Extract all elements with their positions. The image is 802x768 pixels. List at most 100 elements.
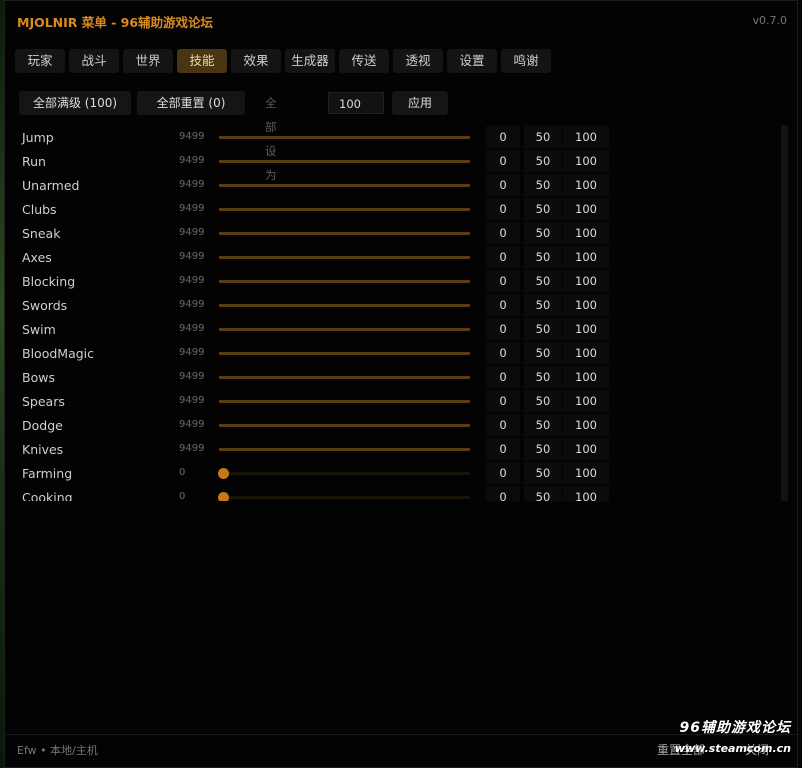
skill-level-slider[interactable] <box>218 468 470 479</box>
skill-level-slider[interactable] <box>219 208 470 211</box>
set-100-button[interactable]: 100 <box>563 318 609 340</box>
set-0-button[interactable]: 0 <box>486 150 520 172</box>
slider-fill <box>219 232 470 235</box>
set-0-button[interactable]: 0 <box>486 126 520 148</box>
skill-value: 0 <box>179 467 186 478</box>
set-100-button[interactable]: 100 <box>563 390 609 412</box>
set-50-button[interactable]: 50 <box>524 438 562 460</box>
skill-level-slider[interactable] <box>219 256 470 259</box>
skill-level-slider[interactable] <box>219 376 470 379</box>
set-0-button[interactable]: 0 <box>486 390 520 412</box>
skill-level-slider[interactable] <box>218 492 470 501</box>
skill-level-slider[interactable] <box>219 136 470 139</box>
set-100-button[interactable]: 100 <box>563 462 609 484</box>
tab-player[interactable]: 玩家 <box>15 49 65 73</box>
set-50-button[interactable]: 50 <box>524 294 562 316</box>
tab-world[interactable]: 世界 <box>123 49 173 73</box>
set-100-button[interactable]: 100 <box>563 198 609 220</box>
tab-credits[interactable]: 鸣谢 <box>501 49 551 73</box>
slider-fill <box>219 304 470 307</box>
set-50-button[interactable]: 50 <box>524 222 562 244</box>
set-100-button[interactable]: 100 <box>563 294 609 316</box>
skill-name: Dodge <box>22 418 63 433</box>
skill-level-slider[interactable] <box>219 400 470 403</box>
set-100-button[interactable]: 100 <box>563 342 609 364</box>
skill-value: 9499 <box>179 179 205 190</box>
set-0-button[interactable]: 0 <box>486 438 520 460</box>
skill-level-slider[interactable] <box>219 328 470 331</box>
skill-level-slider[interactable] <box>219 424 470 427</box>
set-0-button[interactable]: 0 <box>486 246 520 268</box>
skill-row: Swords 9499 0 50 100 <box>19 293 791 317</box>
set-100-button[interactable]: 100 <box>563 246 609 268</box>
set-0-button[interactable]: 0 <box>486 462 520 484</box>
set-100-button[interactable]: 100 <box>563 270 609 292</box>
set-100-button[interactable]: 100 <box>563 486 609 501</box>
skill-level-slider[interactable] <box>219 304 470 307</box>
set-50-button[interactable]: 50 <box>524 198 562 220</box>
reset-all-button[interactable]: 全部重置 (0) <box>137 91 245 115</box>
skill-value: 9499 <box>179 323 205 334</box>
set-50-button[interactable]: 50 <box>524 126 562 148</box>
set-100-button[interactable]: 100 <box>563 438 609 460</box>
apply-button[interactable]: 应用 <box>392 91 448 115</box>
set-50-button[interactable]: 50 <box>524 150 562 172</box>
set-50-button[interactable]: 50 <box>524 174 562 196</box>
skill-value: 9499 <box>179 347 205 358</box>
tab-combat[interactable]: 战斗 <box>69 49 119 73</box>
set-50-button[interactable]: 50 <box>524 366 562 388</box>
skill-level-slider[interactable] <box>219 232 470 235</box>
set-0-button[interactable]: 0 <box>486 174 520 196</box>
skill-value: 9499 <box>179 131 205 142</box>
set-0-button[interactable]: 0 <box>486 222 520 244</box>
set-0-button[interactable]: 0 <box>486 366 520 388</box>
skill-value: 9499 <box>179 227 205 238</box>
mod-menu-window: MJOLNIR 菜单 - 96辅助游戏论坛 v0.7.0 玩家 战斗 世界 技能… <box>4 0 798 768</box>
tab-settings[interactable]: 设置 <box>447 49 497 73</box>
set-50-button[interactable]: 50 <box>524 246 562 268</box>
skill-row: Knives 9499 0 50 100 <box>19 437 791 461</box>
set-50-button[interactable]: 50 <box>524 486 562 501</box>
skill-list-scrollbar[interactable] <box>781 125 788 501</box>
set-50-button[interactable]: 50 <box>524 390 562 412</box>
skill-level-slider[interactable] <box>219 352 470 355</box>
skill-level-slider[interactable] <box>219 448 470 451</box>
slider-fill <box>219 160 470 163</box>
set-50-button[interactable]: 50 <box>524 318 562 340</box>
slider-knob[interactable] <box>218 492 229 501</box>
set-100-button[interactable]: 100 <box>563 366 609 388</box>
tab-spawner[interactable]: 生成器 <box>285 49 335 73</box>
tab-teleport[interactable]: 传送 <box>339 49 389 73</box>
skill-level-slider[interactable] <box>219 184 470 187</box>
set-100-button[interactable]: 100 <box>563 126 609 148</box>
skill-value: 9499 <box>179 443 205 454</box>
set-50-button[interactable]: 50 <box>524 462 562 484</box>
set-0-button[interactable]: 0 <box>486 414 520 436</box>
set-0-button[interactable]: 0 <box>486 198 520 220</box>
skill-name: Bows <box>22 370 55 385</box>
max-all-button[interactable]: 全部满级 (100) <box>19 91 131 115</box>
set-0-button[interactable]: 0 <box>486 294 520 316</box>
skill-level-slider[interactable] <box>219 160 470 163</box>
tab-esp[interactable]: 透视 <box>393 49 443 73</box>
set-0-button[interactable]: 0 <box>486 318 520 340</box>
skill-name: Clubs <box>22 202 57 217</box>
set-50-button[interactable]: 50 <box>524 270 562 292</box>
skill-level-slider[interactable] <box>219 280 470 283</box>
set-100-button[interactable]: 100 <box>563 174 609 196</box>
set-100-button[interactable]: 100 <box>563 414 609 436</box>
set-100-button[interactable]: 100 <box>563 222 609 244</box>
tab-skills[interactable]: 技能 <box>177 49 227 73</box>
set-0-button[interactable]: 0 <box>486 342 520 364</box>
slider-knob[interactable] <box>218 468 229 479</box>
skill-row: BloodMagic 9499 0 50 100 <box>19 341 791 365</box>
set-0-button[interactable]: 0 <box>486 486 520 501</box>
tab-effects[interactable]: 效果 <box>231 49 281 73</box>
set-all-input[interactable]: 100 <box>328 92 384 114</box>
set-50-button[interactable]: 50 <box>524 342 562 364</box>
set-50-button[interactable]: 50 <box>524 414 562 436</box>
status-mode: 本地/主机 <box>50 744 98 757</box>
set-0-button[interactable]: 0 <box>486 270 520 292</box>
slider-fill <box>219 256 470 259</box>
set-100-button[interactable]: 100 <box>563 150 609 172</box>
